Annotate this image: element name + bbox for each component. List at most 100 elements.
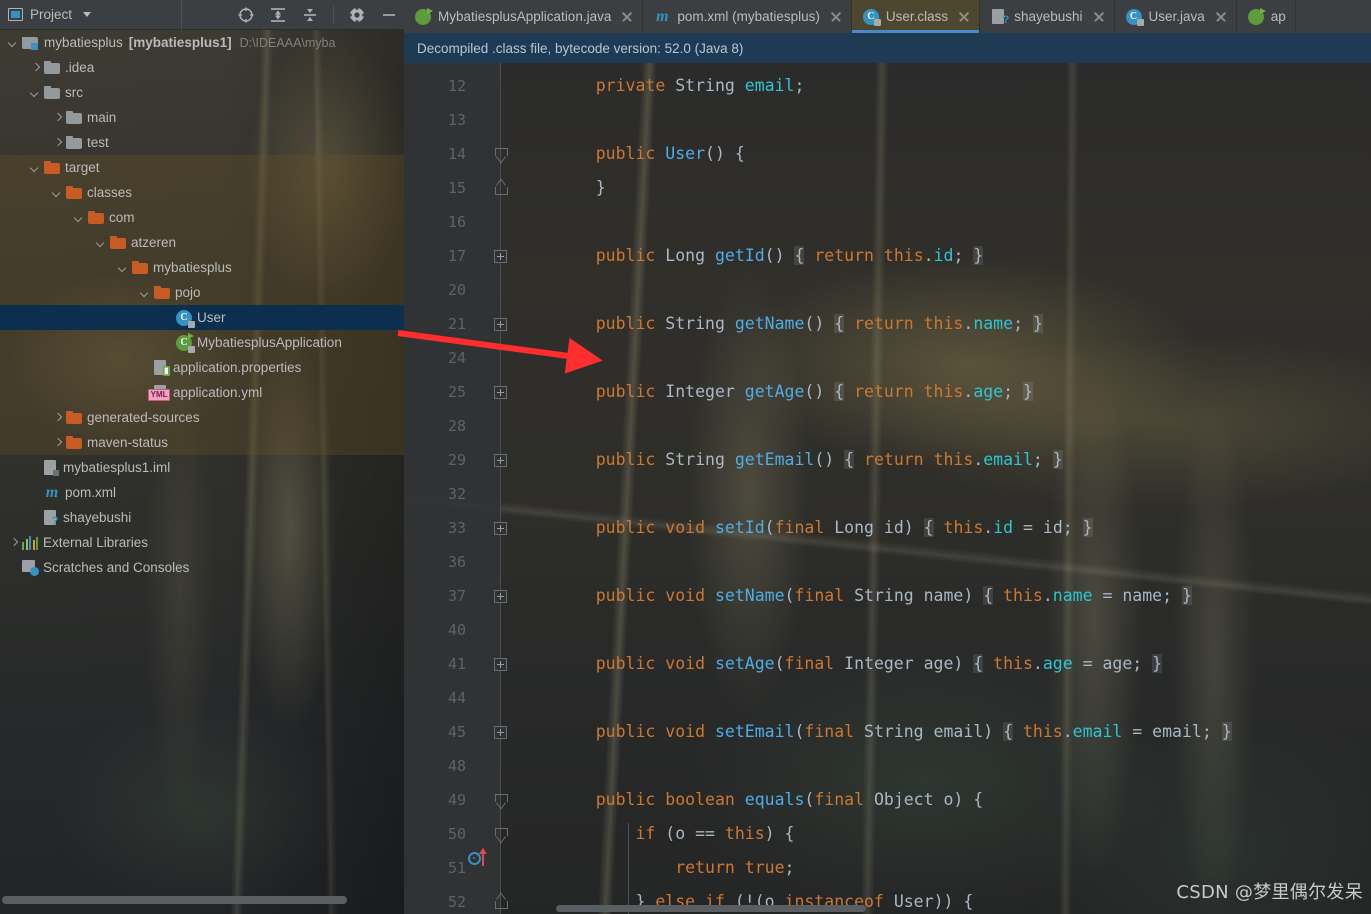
editor-tab[interactable]: m pom.xml (mybatiesplus): [643, 0, 852, 33]
editor-tab-active[interactable]: C User.class: [851, 0, 981, 33]
fold-marker-icon[interactable]: [494, 896, 508, 909]
close-icon[interactable]: [830, 11, 842, 23]
editor-horizontal-scrollbar[interactable]: [556, 905, 866, 912]
hide-panel-icon[interactable]: [380, 6, 398, 24]
code-line[interactable]: 24: [404, 341, 1371, 375]
code-line[interactable]: 33 public void setId(final Long id) { th…: [404, 511, 1371, 545]
tree-expander-icon[interactable]: [52, 137, 63, 148]
code-line[interactable]: 14 public User() {: [404, 137, 1371, 171]
tree-expander-icon[interactable]: [96, 237, 107, 248]
override-method-marker[interactable]: [468, 848, 494, 869]
tree-expander-icon[interactable]: [8, 537, 19, 548]
chevron-down-icon[interactable]: [83, 12, 92, 17]
editor-tab[interactable]: ap: [1237, 0, 1296, 33]
tree-item[interactable]: m pom.xml: [0, 480, 404, 505]
code-line[interactable]: 29 public String getEmail() { return thi…: [404, 443, 1371, 477]
folder-orange: [66, 411, 82, 424]
tree-item[interactable]: ? shayebushi: [0, 505, 404, 530]
tree-item-selected[interactable]: C User: [0, 305, 404, 330]
tree-item[interactable]: com: [0, 205, 404, 230]
tree-expander-icon[interactable]: [52, 437, 63, 448]
code-line[interactable]: 20: [404, 273, 1371, 307]
tree-expander-icon[interactable]: [52, 112, 63, 123]
expand-all-icon[interactable]: [269, 6, 287, 24]
code-line[interactable]: 28: [404, 409, 1371, 443]
tree-item-label: .idea: [65, 60, 95, 75]
fold-marker-icon[interactable]: [494, 828, 508, 841]
collapse-all-icon[interactable]: [301, 6, 319, 24]
fold-marker-icon[interactable]: [494, 726, 507, 739]
code-line[interactable]: 21 public String getName() { return this…: [404, 307, 1371, 341]
tree-expander-icon[interactable]: [30, 62, 41, 73]
settings-gear-icon[interactable]: [348, 6, 366, 24]
code-line[interactable]: 37 public void setName(final String name…: [404, 579, 1371, 613]
code-line[interactable]: 41 public void setAge(final Integer age)…: [404, 647, 1371, 681]
code-line[interactable]: 25 public Integer getAge() { return this…: [404, 375, 1371, 409]
tree-item-label: src: [65, 85, 83, 100]
code-line[interactable]: 45 public void setEmail(final String ema…: [404, 715, 1371, 749]
code-line[interactable]: 44: [404, 681, 1371, 715]
sidebar-horizontal-scrollbar[interactable]: [2, 896, 347, 904]
fold-marker-icon[interactable]: [494, 182, 508, 195]
line-number: 37: [447, 587, 466, 605]
project-tab[interactable]: Project: [0, 0, 182, 30]
code-line[interactable]: 15 }: [404, 171, 1371, 205]
code-editor[interactable]: 12 private String email; 13 14 public User…: [404, 63, 1371, 914]
tree-item[interactable]: test: [0, 130, 404, 155]
code-line[interactable]: 16: [404, 205, 1371, 239]
tree-item[interactable]: YML application.yml: [0, 380, 404, 405]
tree-item[interactable]: mybatiesplus1.iml: [0, 455, 404, 480]
editor-tab[interactable]: ? shayebushi: [980, 0, 1115, 33]
code-line[interactable]: 40: [404, 613, 1371, 647]
code-line[interactable]: 32: [404, 477, 1371, 511]
fold-marker-icon[interactable]: [494, 658, 507, 671]
fold-marker-icon[interactable]: [494, 454, 507, 467]
fold-marker-icon[interactable]: [494, 386, 507, 399]
tree-item[interactable]: C MybatiesplusApplication: [0, 330, 404, 355]
tree-expander-icon[interactable]: [140, 287, 151, 298]
editor-tab[interactable]: C User.java: [1115, 0, 1237, 33]
tree-item[interactable]: .idea: [0, 55, 404, 80]
tree-expander-icon[interactable]: [8, 37, 19, 48]
code-line[interactable]: 12 private String email;: [404, 69, 1371, 103]
code-line[interactable]: 17 public Long getId() { return this.id;…: [404, 239, 1371, 273]
fold-marker-icon[interactable]: [494, 590, 507, 603]
tree-item[interactable]: ▮ application.properties: [0, 355, 404, 380]
fold-marker-icon[interactable]: [494, 148, 508, 161]
tree-item[interactable]: atzeren: [0, 230, 404, 255]
close-icon[interactable]: [958, 11, 970, 23]
tree-item[interactable]: classes: [0, 180, 404, 205]
tree-expander-icon[interactable]: [30, 162, 41, 173]
close-icon[interactable]: [1093, 11, 1105, 23]
fold-marker-icon[interactable]: [494, 318, 507, 331]
tree-expander-icon[interactable]: [52, 187, 63, 198]
tree-expander-icon[interactable]: [118, 262, 129, 273]
editor-tab[interactable]: MybatiesplusApplication.java: [404, 0, 644, 33]
code-line[interactable]: 49 public boolean equals(final Object o)…: [404, 783, 1371, 817]
code-line[interactable]: 48: [404, 749, 1371, 783]
fold-marker-icon[interactable]: [494, 794, 508, 807]
code-line[interactable]: 13: [404, 103, 1371, 137]
tree-item[interactable]: mybatiesplus [mybatiesplus1] D:\IDEAAA\myb…: [0, 30, 404, 55]
project-tree-scroll[interactable]: mybatiesplus [mybatiesplus1] D:\IDEAAA\myb…: [0, 30, 404, 914]
tree-item[interactable]: Scratches and Consoles: [0, 555, 404, 580]
fold-marker-icon[interactable]: [494, 250, 507, 263]
tree-item[interactable]: mybatiesplus: [0, 255, 404, 280]
select-opened-file-icon[interactable]: [237, 6, 255, 24]
tree-item[interactable]: main: [0, 105, 404, 130]
tree-item[interactable]: pojo: [0, 280, 404, 305]
tree-item[interactable]: maven-status: [0, 430, 404, 455]
tree-expander-icon[interactable]: [30, 87, 41, 98]
tree-expander-icon[interactable]: [52, 412, 63, 423]
code-line[interactable]: 50 if (o == this) {: [404, 817, 1371, 851]
fold-marker-icon[interactable]: [494, 522, 507, 535]
tree-item[interactable]: target: [0, 155, 404, 180]
tree-expander-icon[interactable]: [74, 212, 85, 223]
close-icon[interactable]: [621, 11, 633, 23]
tree-item-label: mybatiesplus: [44, 35, 123, 50]
close-icon[interactable]: [1215, 11, 1227, 23]
code-line[interactable]: 36: [404, 545, 1371, 579]
tree-item[interactable]: src: [0, 80, 404, 105]
tree-item[interactable]: generated-sources: [0, 405, 404, 430]
tree-item[interactable]: External Libraries: [0, 530, 404, 555]
